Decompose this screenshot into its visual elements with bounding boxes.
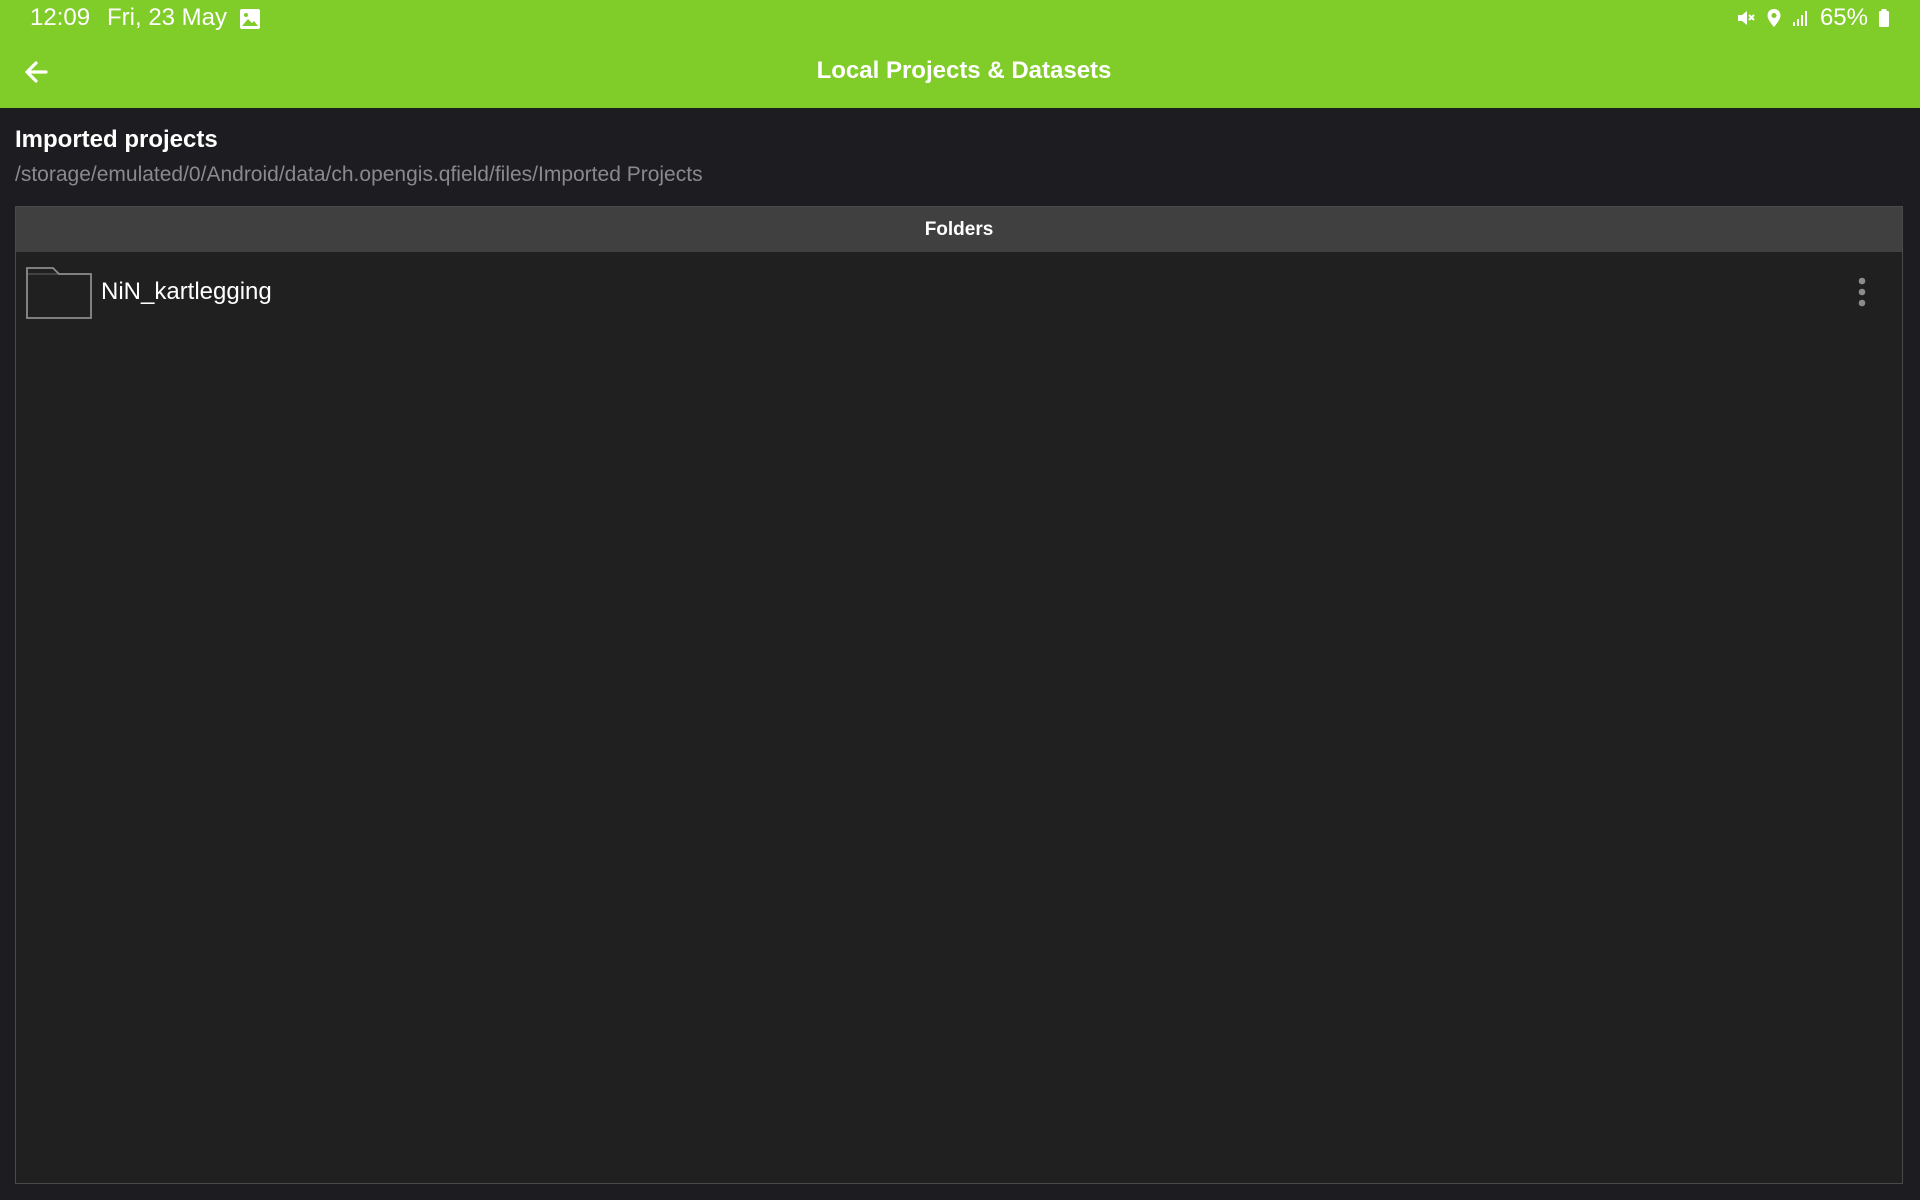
more-vert-icon bbox=[1858, 277, 1866, 307]
section-title: Imported projects bbox=[15, 126, 218, 153]
app-bar: 12:09 Fri, 23 May 65% Local Projects & D… bbox=[0, 0, 1920, 108]
section-path: /storage/emulated/0/Android/data/ch.open… bbox=[15, 163, 703, 186]
gallery-icon bbox=[238, 7, 262, 31]
signal-icon bbox=[1792, 9, 1810, 27]
item-menu-button[interactable] bbox=[1842, 272, 1882, 312]
folder-icon bbox=[25, 264, 93, 320]
status-date: Fri, 23 May bbox=[107, 4, 228, 31]
battery-icon bbox=[1878, 8, 1890, 28]
list-header: Folders bbox=[16, 207, 1902, 252]
status-time: 12:09 bbox=[30, 4, 91, 31]
battery-level: 65% bbox=[1819, 4, 1868, 31]
list-item-label: NiN_kartlegging bbox=[101, 278, 272, 305]
mute-icon bbox=[1736, 8, 1756, 28]
folder-list: Folders NiN_kartlegging bbox=[15, 206, 1903, 1184]
location-icon bbox=[1766, 8, 1782, 28]
list-item[interactable]: NiN_kartlegging bbox=[16, 259, 1902, 325]
status-bar: 12:09 Fri, 23 May 65% bbox=[0, 0, 1920, 36]
status-icons: 65% bbox=[1736, 4, 1890, 32]
page-title: Local Projects & Datasets bbox=[816, 57, 1112, 84]
